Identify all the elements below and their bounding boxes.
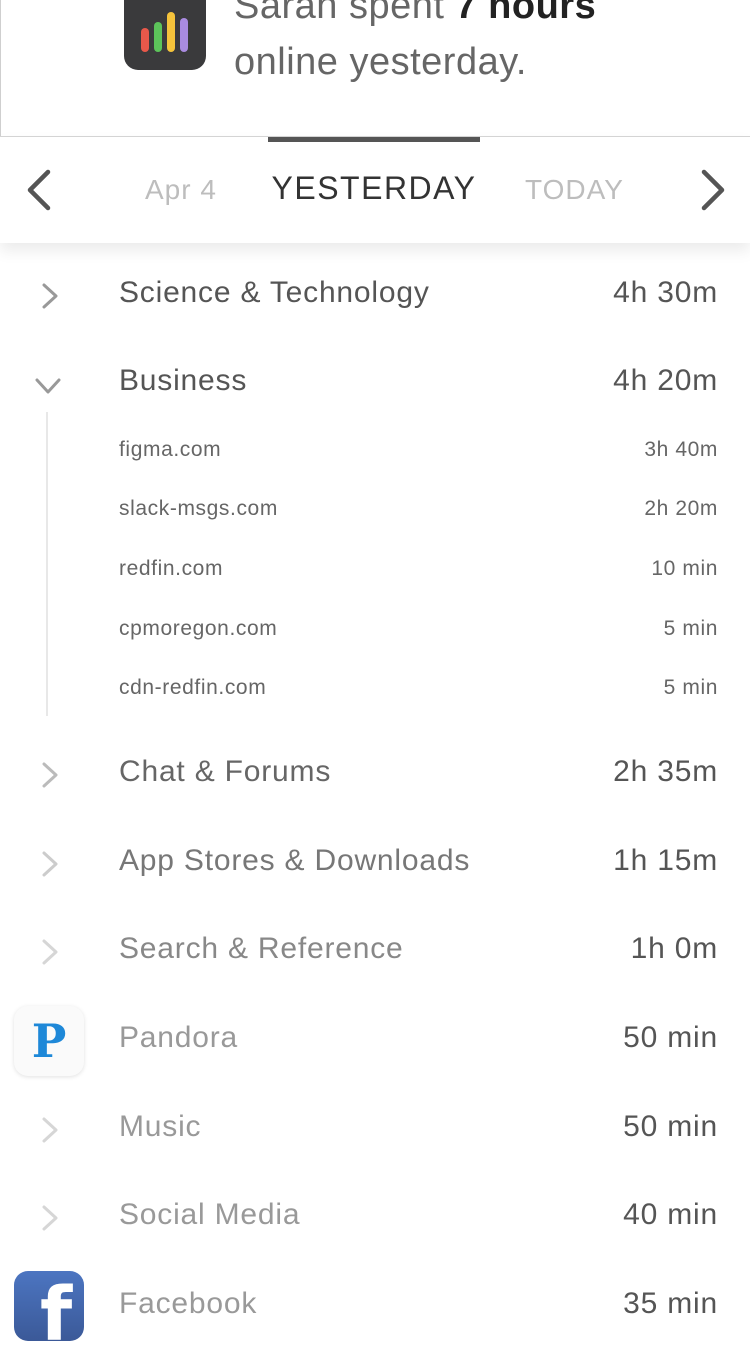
category-label: Social Media (119, 1198, 301, 1231)
app-label: Facebook (119, 1287, 258, 1320)
chevron-right-icon (42, 283, 58, 309)
site-row[interactable]: figma.com 3h 40m (0, 422, 750, 480)
category-time: 4h 20m (613, 364, 718, 397)
category-label: Business (119, 364, 248, 397)
site-label: slack-msgs.com (119, 497, 278, 520)
category-label: Search & Reference (119, 932, 404, 965)
site-label: cdn-redfin.com (119, 676, 267, 699)
facebook-glyph: f (40, 1272, 73, 1341)
date-navigation: Apr 4 YESTERDAY TODAY (0, 136, 750, 243)
app-row-facebook[interactable]: f Facebook 35 min (0, 1263, 750, 1351)
chevron-left-icon (27, 169, 51, 211)
chevron-right-icon (701, 169, 725, 211)
site-label: cpmoregon.com (119, 617, 278, 640)
site-label: figma.com (119, 438, 222, 461)
category-time: 2h 35m (613, 755, 718, 788)
site-time: 5 min (663, 676, 718, 699)
site-label: redfin.com (119, 557, 224, 580)
category-label: Chat & Forums (119, 755, 332, 788)
chart-bar-icon (141, 28, 149, 52)
pandora-glyph: P (31, 1014, 67, 1068)
category-row-chat-forums[interactable]: Chat & Forums 2h 35m (0, 731, 750, 819)
category-row-business[interactable]: Business 4h 20m (0, 340, 750, 428)
category-time: 4h 30m (613, 276, 718, 309)
app-label: Pandora (119, 1021, 239, 1054)
site-row[interactable]: cdn-redfin.com 5 min (0, 660, 750, 718)
headline-hours: 7 hours (455, 0, 597, 27)
category-label: Science & Technology (119, 276, 430, 309)
chevron-right-icon (42, 1205, 58, 1231)
headline-suffix: online yesterday. (234, 41, 527, 83)
summary-headline: Sarah spent 7 hours online yesterday. (234, 0, 734, 90)
next-day-button[interactable] (694, 167, 734, 213)
chevron-right-icon (42, 1117, 58, 1143)
chart-bar-icon (154, 22, 162, 52)
tab-today[interactable]: TODAY (525, 174, 624, 206)
active-tab-indicator (268, 137, 480, 142)
category-row-search-reference[interactable]: Search & Reference 1h 0m (0, 908, 750, 996)
category-row-music[interactable]: Music 50 min (0, 1086, 750, 1174)
category-time: 50 min (623, 1110, 718, 1143)
tab-yesterday[interactable]: YESTERDAY (268, 170, 480, 207)
chevron-right-icon (42, 939, 58, 965)
category-time: 1h 0m (630, 932, 718, 965)
site-row[interactable]: redfin.com 10 min (0, 541, 750, 599)
chevron-right-icon (42, 762, 58, 788)
tab-apr-4[interactable]: Apr 4 (145, 174, 217, 206)
bar-chart-app-icon (124, 0, 206, 70)
category-row-science-technology[interactable]: Science & Technology 4h 30m (0, 252, 750, 340)
category-row-social-media[interactable]: Social Media 40 min (0, 1174, 750, 1262)
site-row[interactable]: slack-msgs.com 2h 20m (0, 481, 750, 539)
app-row-pandora[interactable]: P Pandora 50 min (0, 997, 750, 1085)
previous-day-button[interactable] (18, 167, 58, 213)
chevron-right-icon (42, 851, 58, 877)
facebook-icon: f (14, 1271, 84, 1341)
chart-bar-icon (180, 18, 188, 52)
summary-header: Sarah spent 7 hours online yesterday. (0, 0, 750, 136)
category-row-app-stores-downloads[interactable]: App Stores & Downloads 1h 15m (0, 820, 750, 908)
category-label: Music (119, 1110, 202, 1143)
site-time: 10 min (651, 557, 718, 580)
chart-bar-icon (167, 12, 175, 52)
chevron-down-icon (35, 378, 61, 394)
site-time: 2h 20m (644, 497, 718, 520)
pandora-icon: P (14, 1006, 84, 1076)
category-time: 1h 15m (613, 844, 718, 877)
app-time: 35 min (623, 1287, 718, 1320)
site-row[interactable]: cpmoregon.com 5 min (0, 601, 750, 659)
headline-prefix: Sarah spent (234, 0, 456, 27)
site-time: 5 min (663, 617, 718, 640)
app-time: 50 min (623, 1021, 718, 1054)
site-time: 3h 40m (644, 438, 718, 461)
category-time: 40 min (623, 1198, 718, 1231)
category-label: App Stores & Downloads (119, 844, 471, 877)
